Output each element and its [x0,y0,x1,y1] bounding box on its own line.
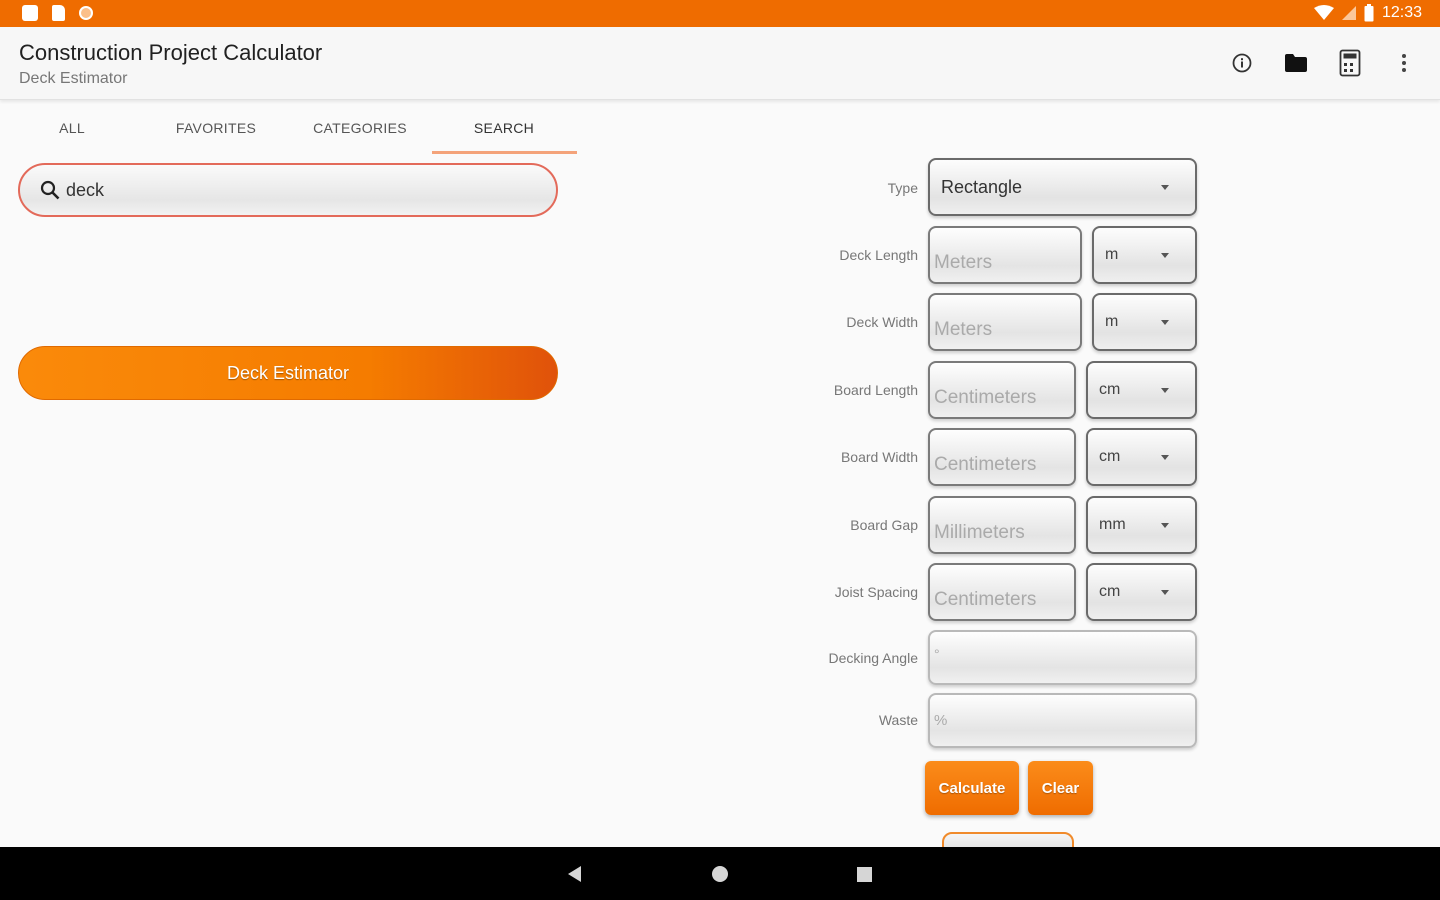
waste-label: Waste [878,712,918,728]
sync-icon [79,6,93,20]
navigation-bar [0,847,1440,900]
search-icon [40,180,60,200]
dropdown-arrow-icon [1161,590,1169,595]
search-box[interactable] [18,163,558,217]
sd-card-icon [52,5,65,21]
deck-width-label: Deck Width [846,314,918,330]
joist-spacing-unit: cm [1099,583,1121,600]
joist-spacing-unit-select[interactable]: cm [1086,563,1197,621]
deck-length-input[interactable]: Meters [928,226,1082,284]
calculate-button[interactable]: Calculate [925,761,1019,815]
dropdown-arrow-icon [1161,185,1169,190]
board-gap-unit: mm [1099,516,1126,533]
tab-indicator [432,151,577,154]
dropdown-arrow-icon [1161,455,1169,460]
dropdown-arrow-icon [1161,320,1169,325]
board-length-label: Board Length [833,382,918,398]
tab-bar: ALL FAVORITES CATEGORIES SEARCH [0,100,580,155]
result-deck-estimator-button[interactable]: Deck Estimator [18,346,558,400]
more-vert-icon [1402,54,1406,72]
tab-favorites[interactable]: FAVORITES [144,100,288,155]
calculator-button[interactable] [1334,47,1366,79]
dropdown-arrow-icon [1161,253,1169,258]
joist-spacing-label: Joist Spacing [834,584,918,600]
deck-width-unit: m [1105,313,1119,330]
info-button[interactable] [1226,47,1258,79]
folder-icon [1285,54,1307,72]
board-length-input[interactable]: Centimeters [928,361,1076,419]
wifi-icon [1313,5,1334,20]
board-length-unit: cm [1099,381,1121,398]
app-bar: Construction Project Calculator Deck Est… [0,27,1440,100]
tab-all[interactable]: ALL [0,100,144,155]
notification-icon [22,5,38,21]
dropdown-arrow-icon [1161,388,1169,393]
status-bar: 12:33 [0,0,1440,27]
board-width-input[interactable]: Centimeters [928,428,1076,486]
deck-length-label: Deck Length [839,247,918,263]
deck-length-unit: m [1105,246,1119,263]
back-icon[interactable] [568,866,581,882]
battery-icon [1364,4,1374,22]
joist-spacing-input[interactable]: Centimeters [928,563,1076,621]
board-width-label: Board Width [840,449,918,465]
board-length-unit-select[interactable]: cm [1086,361,1197,419]
type-select[interactable]: Rectangle [928,158,1197,216]
home-icon[interactable] [712,866,728,882]
type-label: Type [887,180,918,196]
app-title: Construction Project Calculator [19,40,323,65]
decking-angle-input[interactable]: ° [928,630,1197,685]
info-icon [1232,53,1252,73]
deck-width-unit-select[interactable]: m [1092,293,1197,351]
app-subtitle: Deck Estimator [19,70,128,87]
recent-apps-icon[interactable] [857,867,872,882]
dropdown-arrow-icon [1161,523,1169,528]
deck-width-input[interactable]: Meters [928,293,1082,351]
clock: 12:33 [1381,4,1422,21]
search-input[interactable] [66,179,506,201]
type-value: Rectangle [941,176,1023,197]
tab-search[interactable]: SEARCH [432,100,576,155]
folder-button[interactable] [1280,47,1312,79]
signal-icon [1341,6,1356,20]
overflow-menu-button[interactable] [1388,47,1420,79]
waste-input[interactable]: % [928,693,1197,748]
board-gap-input[interactable]: Millimeters [928,496,1076,554]
board-width-unit: cm [1099,448,1121,465]
tab-categories[interactable]: CATEGORIES [288,100,432,155]
calculator-icon [1339,49,1361,77]
board-width-unit-select[interactable]: cm [1086,428,1197,486]
clear-button[interactable]: Clear [1028,761,1093,815]
board-gap-label: Board Gap [850,517,918,533]
decking-angle-label: Decking Angle [828,650,918,666]
deck-length-unit-select[interactable]: m [1092,226,1197,284]
board-gap-unit-select[interactable]: mm [1086,496,1197,554]
